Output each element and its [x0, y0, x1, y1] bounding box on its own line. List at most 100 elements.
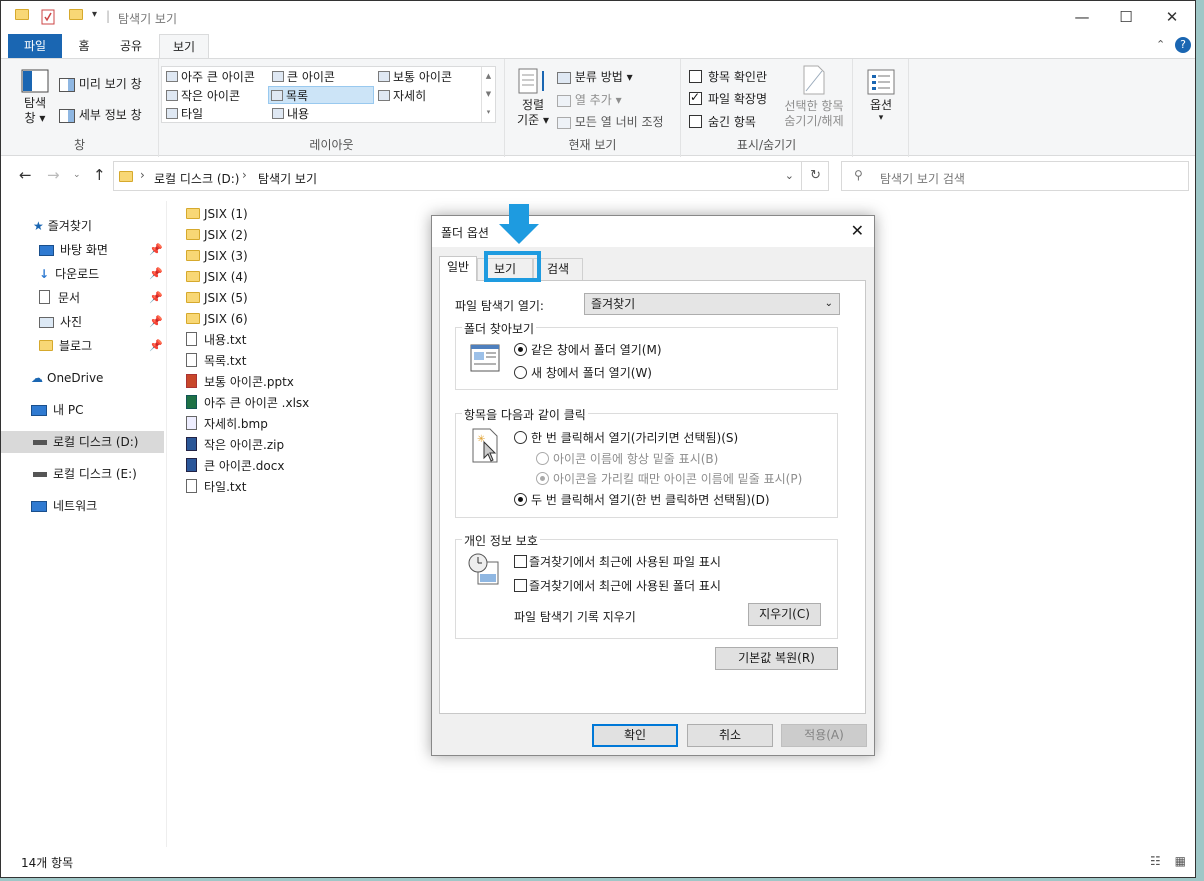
- layout-medium-icons[interactable]: 보통 아이콘: [376, 68, 452, 86]
- nav-downloads[interactable]: ↓ 다운로드 📌: [1, 263, 164, 285]
- customize-toolbar-icon[interactable]: ▾: [92, 9, 97, 27]
- tab-view[interactable]: 보기: [159, 34, 209, 58]
- apply-button[interactable]: 적용(A): [781, 724, 867, 747]
- text-file-icon: [186, 477, 201, 498]
- new-window-option[interactable]: 새 창에서 폴더 열기(W): [514, 364, 652, 381]
- drive-icon: [33, 440, 47, 445]
- list-item[interactable]: 내용.txt: [186, 330, 406, 351]
- back-button[interactable]: ←: [19, 166, 32, 184]
- options-button[interactable]: 옵션 ▾: [863, 69, 899, 123]
- item-checkboxes-option[interactable]: 항목 확인란: [689, 68, 767, 85]
- zip-icon: [186, 435, 201, 456]
- open-explorer-select[interactable]: 즐겨찾기 ⌄: [584, 293, 840, 315]
- sort-by-button[interactable]: 정렬 기준 ▾: [513, 67, 553, 128]
- details-view-icon[interactable]: ☷: [1150, 854, 1161, 868]
- list-item[interactable]: JSIX (6): [186, 309, 406, 330]
- list-item[interactable]: JSIX (5): [186, 288, 406, 309]
- clear-history-button[interactable]: 지우기(C): [748, 603, 821, 626]
- dialog-close-button[interactable]: ✕: [851, 221, 864, 240]
- options-label: 옵션: [869, 98, 893, 112]
- help-icon[interactable]: ?: [1175, 37, 1191, 53]
- breadcrumb-current[interactable]: 탐색기 보기: [258, 170, 317, 187]
- layout-small-icons[interactable]: 작은 아이콘: [164, 87, 240, 105]
- nav-quick-access[interactable]: ★ 즐겨찾기: [1, 215, 164, 237]
- layout-details[interactable]: 자세히: [376, 87, 426, 105]
- restore-defaults-button[interactable]: 기본값 복원(R): [715, 647, 838, 670]
- nav-documents[interactable]: 문서 📌: [1, 287, 164, 309]
- recent-locations-icon[interactable]: ⌄: [73, 170, 81, 180]
- same-window-option[interactable]: 같은 창에서 폴더 열기(M): [514, 341, 662, 358]
- folder-icon[interactable]: [15, 8, 29, 26]
- double-click-option[interactable]: 두 번 클릭해서 열기(한 번 클릭하면 선택됨)(D): [514, 491, 770, 508]
- fit-columns-button[interactable]: 모든 열 너비 조정: [557, 113, 664, 130]
- close-button[interactable]: ✕: [1149, 1, 1195, 34]
- preview-pane-button[interactable]: 미리 보기 창: [59, 75, 142, 92]
- nav-drive-d[interactable]: 로컬 디스크 (D:): [1, 431, 164, 453]
- layout-tiles[interactable]: 타일: [164, 105, 203, 123]
- list-item[interactable]: 타일.txt: [186, 477, 406, 498]
- refresh-icon[interactable]: ↻: [810, 168, 821, 183]
- ok-button[interactable]: 확인: [592, 724, 678, 747]
- dialog-tab-general[interactable]: 일반: [439, 256, 477, 281]
- bitmap-icon: [186, 414, 201, 435]
- collapse-ribbon-icon[interactable]: ⌃: [1156, 38, 1165, 51]
- list-item[interactable]: JSIX (2): [186, 225, 406, 246]
- list-item[interactable]: 아주 큰 아이콘 .xlsx: [186, 393, 406, 414]
- up-button[interactable]: ↑: [93, 166, 106, 184]
- svg-text:✳: ✳: [477, 434, 485, 445]
- address-bar[interactable]: › 로컬 디스크 (D:) › 탐색기 보기 ⌄ ↻: [113, 161, 829, 191]
- documents-icon: [39, 290, 50, 304]
- details-pane-button[interactable]: 세부 정보 창: [59, 106, 142, 123]
- nav-onedrive[interactable]: ☁ OneDrive: [1, 367, 164, 389]
- cloud-icon: ☁: [31, 371, 43, 385]
- underline-always-option[interactable]: 아이콘 이름에 항상 밑줄 표시(B): [536, 450, 718, 467]
- nav-pictures[interactable]: 사진 📌: [1, 311, 164, 333]
- hide-selected-button[interactable]: 선택한 항목 숨기기/해제: [779, 65, 849, 129]
- minimize-button[interactable]: —: [1059, 1, 1105, 34]
- list-item[interactable]: 목록.txt: [186, 351, 406, 372]
- file-extensions-option[interactable]: 파일 확장명: [689, 90, 767, 107]
- tab-file[interactable]: 파일: [8, 34, 62, 58]
- list-item[interactable]: JSIX (3): [186, 246, 406, 267]
- large-icons-view-icon[interactable]: ▦: [1175, 854, 1186, 868]
- add-columns-button[interactable]: 열 추가 ▾: [557, 91, 622, 108]
- recent-files-option[interactable]: 즐겨찾기에서 최근에 사용된 파일 표시: [514, 553, 721, 570]
- title-separator: |: [106, 9, 111, 23]
- tab-share[interactable]: 공유: [109, 34, 153, 58]
- ribbon: 탐색 창 ▾ 미리 보기 창 세부 정보 창 창 아주 큰 아이콘 큰 아이콘 …: [1, 58, 1195, 157]
- list-item[interactable]: JSIX (1): [186, 204, 406, 225]
- layout-extra-large-icons[interactable]: 아주 큰 아이콘: [164, 68, 255, 86]
- nav-this-pc[interactable]: 내 PC: [1, 399, 164, 421]
- list-item[interactable]: 자세히.bmp: [186, 414, 406, 435]
- layout-content[interactable]: 내용: [270, 105, 309, 123]
- single-click-option[interactable]: 한 번 클릭해서 열기(가리키면 선택됨)(S): [514, 429, 738, 446]
- nav-desktop[interactable]: 바탕 화면 📌: [1, 239, 164, 261]
- nav-network[interactable]: 네트워크: [1, 495, 164, 517]
- forward-button[interactable]: →: [47, 166, 60, 184]
- layout-large-icons[interactable]: 큰 아이콘: [270, 68, 335, 86]
- recent-folders-option[interactable]: 즐겨찾기에서 최근에 사용된 폴더 표시: [514, 577, 721, 594]
- group-by-button[interactable]: 분류 방법 ▾: [557, 68, 633, 85]
- maximize-button[interactable]: ☐: [1103, 1, 1149, 34]
- nav-drive-e[interactable]: 로컬 디스크 (E:): [1, 463, 164, 485]
- search-box[interactable]: ⚲ 탐색기 보기 검색: [841, 161, 1189, 191]
- tab-home[interactable]: 홈: [69, 34, 99, 58]
- address-dropdown-icon[interactable]: ⌄: [785, 169, 794, 182]
- list-item[interactable]: JSIX (4): [186, 267, 406, 288]
- new-folder-icon[interactable]: [69, 8, 83, 26]
- cancel-button[interactable]: 취소: [687, 724, 773, 747]
- properties-icon[interactable]: [41, 9, 55, 27]
- add-columns-icon: [557, 94, 571, 107]
- list-item[interactable]: 보통 아이콘.pptx: [186, 372, 406, 393]
- layout-list[interactable]: 목록: [268, 86, 374, 104]
- breadcrumb-drive-d[interactable]: 로컬 디스크 (D:): [154, 170, 239, 187]
- word-icon: [186, 456, 201, 477]
- navigation-pane-button[interactable]: 탐색 창 ▾: [19, 69, 51, 126]
- hidden-items-option[interactable]: 숨긴 항목: [689, 113, 756, 130]
- layout-scroll[interactable]: ▲ ▼ ▾: [481, 67, 495, 122]
- underline-hover-option[interactable]: 아이콘을 가리킬 때만 아이콘 이름에 밑줄 표시(P): [536, 470, 802, 487]
- show-hide-label: 표시/숨기기: [736, 138, 797, 152]
- nav-blog[interactable]: 블로그 📌: [1, 335, 164, 357]
- list-item[interactable]: 큰 아이콘.docx: [186, 456, 406, 477]
- list-item[interactable]: 작은 아이콘.zip: [186, 435, 406, 456]
